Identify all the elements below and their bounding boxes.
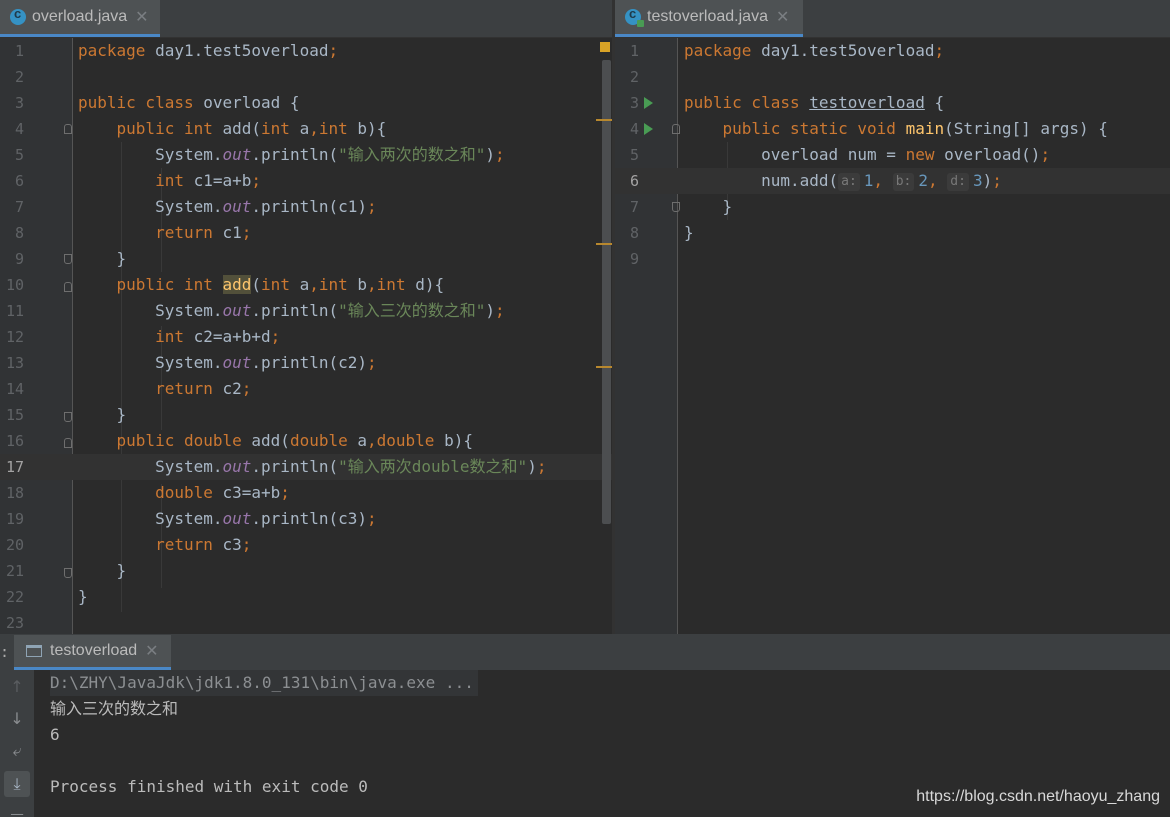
code-line: 18 double c3=a+b; [5, 483, 290, 502]
close-icon[interactable]: ✕ [135, 7, 148, 27]
parameter-hint: b: [892, 173, 915, 191]
error-stripe-mark[interactable] [596, 243, 612, 245]
fold-icon[interactable] [672, 124, 680, 134]
code-line: 2 [629, 68, 639, 86]
run-toolbar: ↑ ↓ ⤶ ⤓ ▬ [0, 670, 34, 817]
code-line: 9 } [14, 249, 127, 268]
fold-icon[interactable] [64, 124, 72, 134]
tab-testoverload-java[interactable]: testoverload.java ✕ [615, 0, 803, 37]
console-line: 6 [50, 725, 60, 744]
soft-wrap-icon[interactable]: ⤶ [4, 738, 30, 764]
java-runnable-class-icon [625, 6, 644, 27]
tab-overload-java[interactable]: overload.java ✕ [0, 0, 160, 37]
parameter-hint: a: [838, 173, 860, 191]
close-icon[interactable]: ✕ [776, 7, 789, 27]
code-line: 1 package day1.test5overload; [14, 41, 339, 60]
code-line: 4 public int add(int a,int b){ [14, 119, 387, 138]
code-line: 8 } [629, 223, 694, 242]
error-stripe-mark[interactable] [596, 366, 612, 368]
code-line: 11 System.out.println("输入三次的数之和"); [5, 301, 505, 320]
code-line: 8 return c1; [14, 223, 252, 242]
code-line-current: 6 num.add(a: 1, b: 2, d: 3); [615, 168, 1170, 194]
code-line: 6 int c1=a+b; [14, 171, 262, 190]
code-line: 3 public class overload { [14, 93, 300, 112]
code-line: 15 } [5, 405, 127, 424]
run-class-icon[interactable] [644, 97, 653, 109]
code-line: 19 System.out.println(c3); [5, 509, 377, 528]
console-line: Process finished with exit code 0 [50, 777, 368, 796]
code-line: 16 public double add(double a,double b){ [5, 431, 473, 450]
right-editor-tabbar: testoverload.java ✕ [615, 0, 1170, 38]
fold-icon[interactable] [64, 438, 72, 448]
console-command-line: D:\ZHY\JavaJdk\jdk1.8.0_131\bin\java.exe… [50, 670, 478, 696]
fold-icon[interactable] [64, 568, 72, 578]
code-line: 10 public int add(int a,int b,int d){ [5, 275, 445, 294]
code-line: 3 public class testoverload { [629, 93, 945, 112]
code-line: 9 [629, 250, 639, 268]
code-line: 22 } [5, 587, 88, 606]
scroll-to-end-icon[interactable]: ⤓ [4, 771, 30, 797]
code-line: 12 int c2=a+b+d; [5, 327, 281, 346]
code-line: 21 } [5, 561, 127, 580]
java-class-icon [10, 6, 26, 25]
fold-icon[interactable] [672, 202, 680, 212]
code-line: 5 System.out.println("输入两次的数之和"); [14, 145, 505, 164]
console-icon [26, 645, 42, 657]
run-main-icon[interactable] [644, 123, 653, 135]
down-arrow-icon[interactable]: ↓ [4, 706, 30, 732]
tab-label: overload.java [32, 8, 128, 25]
left-editor-tabbar: overload.java ✕ [0, 0, 612, 38]
run-window-header: : testoverload ✕ [0, 635, 1170, 670]
run-tab-label: testoverload [50, 642, 138, 659]
code-line: 1 package day1.test5overload; [629, 41, 945, 60]
print-icon[interactable]: ▬ [4, 803, 30, 815]
highlighted-usage: add [222, 275, 252, 294]
error-stripe-mark[interactable] [596, 119, 612, 121]
run-tab-testoverload[interactable]: testoverload ✕ [14, 635, 171, 670]
tab-label: testoverload.java [647, 8, 768, 25]
code-line: 23 [5, 614, 24, 632]
up-arrow-icon[interactable]: ↑ [4, 674, 30, 700]
watermark: https://blog.csdn.net/haoyu_zhang [916, 788, 1160, 805]
close-icon[interactable]: ✕ [145, 641, 158, 661]
code-line: 7 System.out.println(c1); [14, 197, 377, 216]
vertical-scrollbar[interactable] [602, 60, 611, 524]
code-line-current: 17 System.out.println("输入两次double数之和"); [0, 454, 612, 480]
code-line: 2 [14, 68, 24, 86]
code-line: 5 overload num = new overload(); [629, 145, 1051, 164]
fold-icon[interactable] [64, 282, 72, 292]
code-line: 13 System.out.println(c2); [5, 353, 377, 372]
fold-icon[interactable] [64, 254, 72, 264]
code-line: 4 public static void main(String[] args)… [629, 119, 1108, 138]
fold-icon[interactable] [64, 412, 72, 422]
code-line: 7 } [629, 197, 733, 216]
warning-indicator-icon[interactable] [600, 42, 610, 52]
parameter-hint: d: [947, 173, 969, 191]
code-line: 20 return c3; [5, 535, 252, 554]
left-editor-pane: overload.java ✕ 1 package day1.test5over… [0, 0, 612, 634]
run-tool-window: : testoverload ✕ ↑ ↓ ⤶ ⤓ ▬ D:\ZHY\JavaJd… [0, 634, 1170, 817]
code-line: 14 return c2; [5, 379, 252, 398]
console-line: 输入三次的数之和 [50, 699, 179, 718]
right-editor-pane: testoverload.java ✕ 1 package day1.test5… [615, 0, 1170, 634]
